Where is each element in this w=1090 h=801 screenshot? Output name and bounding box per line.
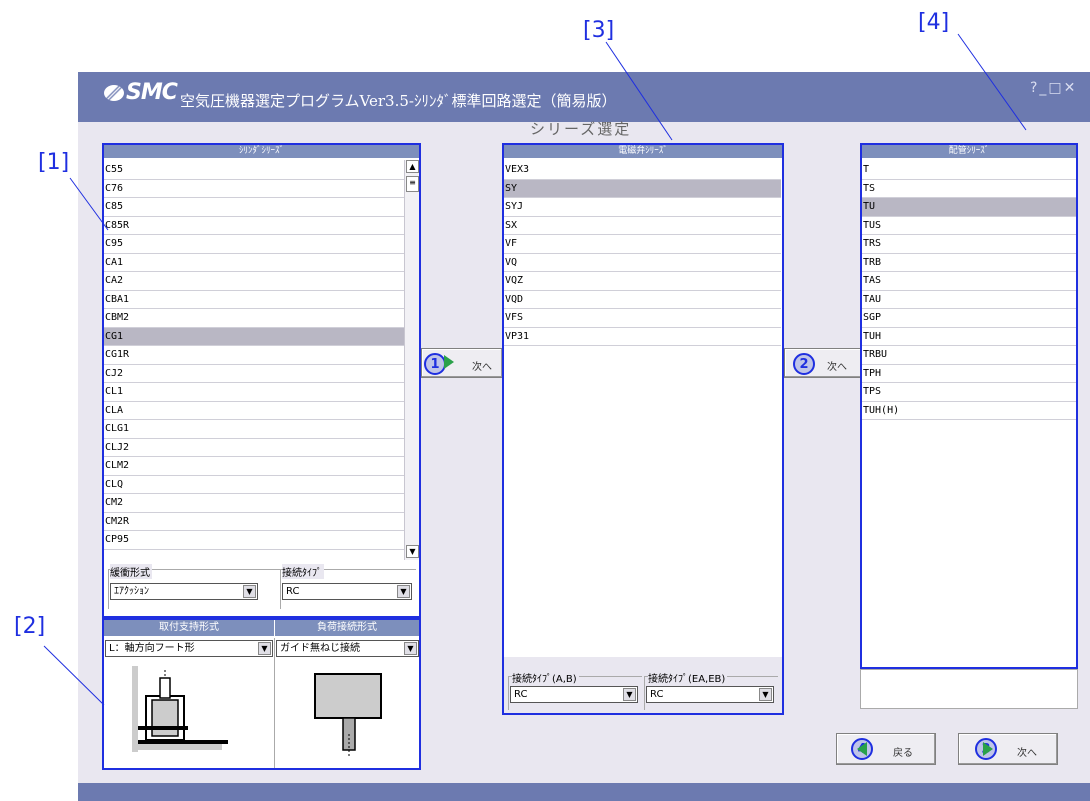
callout-lines xyxy=(43,33,1027,706)
